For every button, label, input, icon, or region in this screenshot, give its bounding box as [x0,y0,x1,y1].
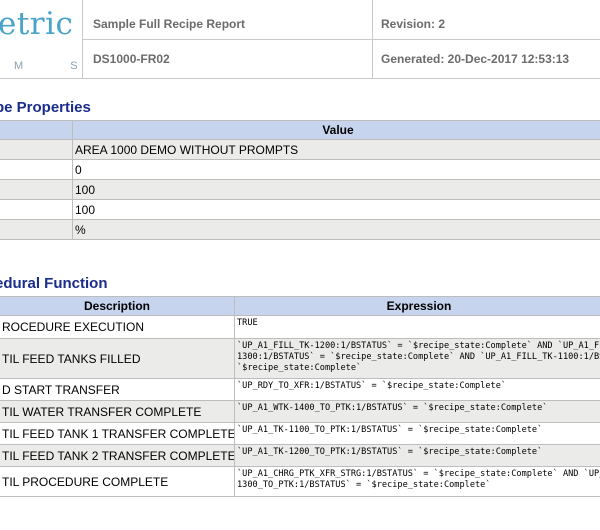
revision-label: Revision: 2 [381,17,446,31]
expression-line: TRUE [237,318,258,328]
description-cell: D START TRANSFER [0,378,235,401]
expression-line: `UP_A1_CHRG_PTK_XFR_STRG:1/BSTATUS` = `$… [237,469,600,479]
property-name-cell [0,219,73,240]
expression-line: `UP_A1_WTK-1400_TO_PTK:1/BSTATUS` = `$re… [237,403,548,413]
property-value-cell: % [72,219,600,240]
table-row: TIL FEED TANK 1 TRANSFER COMPLETE `UP_A1… [0,422,600,445]
expression-line: 1300:1/BSTATUS` = `$recipe_state:Complet… [237,352,600,362]
table-row: 100 [0,199,600,220]
table-row: % [0,219,600,240]
document-id: DS1000-FR02 [93,52,170,66]
properties-value-header: Value [72,120,600,140]
property-value-cell: 100 [72,199,600,220]
properties-header-row: Value [0,120,600,140]
expression-line: `UP_A1_TK-1200_TO_PTK:1/BSTATUS` = `$rec… [237,447,543,457]
expression-line: `UP_A1_FILL_TK-1200:1/BSTATUS` = `$recip… [237,341,600,351]
property-value-cell: 0 [72,159,600,180]
logo-subtext: M S [14,60,100,72]
description-cell: TIL PROCEDURE COMPLETE [0,466,235,497]
report-title: Sample Full Recipe Report [93,17,246,31]
description-cell: TIL WATER TRANSFER COMPLETE [0,400,235,423]
header-bottom-border [0,78,600,79]
expression-line: `UP_A1_TK-1100_TO_PTK:1/BSTATUS` = `$rec… [237,425,543,435]
table-row: TIL WATER TRANSFER COMPLETE `UP_A1_WTK-1… [0,400,600,423]
description-cell: ROCEDURE EXECUTION [0,315,235,339]
procedural-section-title: edural Function [0,275,108,292]
logo-wordmark: etric [0,6,74,42]
expression-line: `$recipe_state:Complete` [237,363,362,373]
expression-cell: `UP_A1_WTK-1400_TO_PTK:1/BSTATUS` = `$re… [234,400,600,423]
expression-cell: `UP_A1_TK-1100_TO_PTK:1/BSTATUS` = `$rec… [234,422,600,445]
table-row: AREA 1000 DEMO WITHOUT PROMPTS [0,139,600,160]
expression-header: Expression [234,296,600,316]
description-cell: TIL FEED TANK 1 TRANSFER COMPLETE [0,422,235,445]
expression-line: `UP_RDY_TO_XFR:1/BSTATUS` = `$recipe_sta… [237,381,507,391]
company-logo: etric M S [0,0,82,78]
expression-cell: `UP_A1_TK-1200_TO_PTK:1/BSTATUS` = `$rec… [234,444,600,467]
property-name-cell [0,199,73,220]
table-row: TIL PROCEDURE COMPLETE `UP_A1_CHRG_PTK_X… [0,466,600,497]
property-value-cell: 100 [72,179,600,200]
table-row: 0 [0,159,600,180]
expression-cell: `UP_A1_FILL_TK-1200:1/BSTATUS` = `$recip… [234,338,600,379]
properties-table: Value AREA 1000 DEMO WITHOUT PROMPTS 0 1… [0,120,600,240]
table-row: D START TRANSFER `UP_RDY_TO_XFR:1/BSTATU… [0,378,600,401]
table-row: TIL FEED TANK 2 TRANSFER COMPLETE `UP_A1… [0,444,600,467]
properties-section-title: pe Properties [0,99,91,116]
expression-cell: `UP_RDY_TO_XFR:1/BSTATUS` = `$recipe_sta… [234,378,600,401]
generated-timestamp: Generated: 20-Dec-2017 12:53:13 [381,52,570,66]
header-divider-horizontal [82,39,600,40]
properties-name-header [0,120,73,140]
description-cell: TIL FEED TANKS FILLED [0,338,235,379]
expression-cell: TRUE [234,315,600,339]
table-row: ROCEDURE EXECUTION TRUE [0,315,600,339]
expression-line: 1300_TO_PTK:1/BSTATUS` = `$recipe_state:… [237,480,491,490]
description-cell: TIL FEED TANK 2 TRANSFER COMPLETE [0,444,235,467]
procedural-header-row: Description Expression [0,296,600,316]
description-header: Description [0,296,235,316]
property-name-cell [0,179,73,200]
table-row: TIL FEED TANKS FILLED `UP_A1_FILL_TK-120… [0,338,600,379]
report-header: etric M S Sample Full Recipe Report DS10… [0,0,600,79]
table-row: 100 [0,179,600,200]
expression-cell: `UP_A1_CHRG_PTK_XFR_STRG:1/BSTATUS` = `$… [234,466,600,497]
property-name-cell [0,159,73,180]
header-divider-vertical [372,0,373,78]
property-name-cell [0,139,73,160]
property-value-cell: AREA 1000 DEMO WITHOUT PROMPTS [72,139,600,160]
header-divider-left [82,0,83,78]
procedural-table: Description Expression ROCEDURE EXECUTIO… [0,296,600,497]
